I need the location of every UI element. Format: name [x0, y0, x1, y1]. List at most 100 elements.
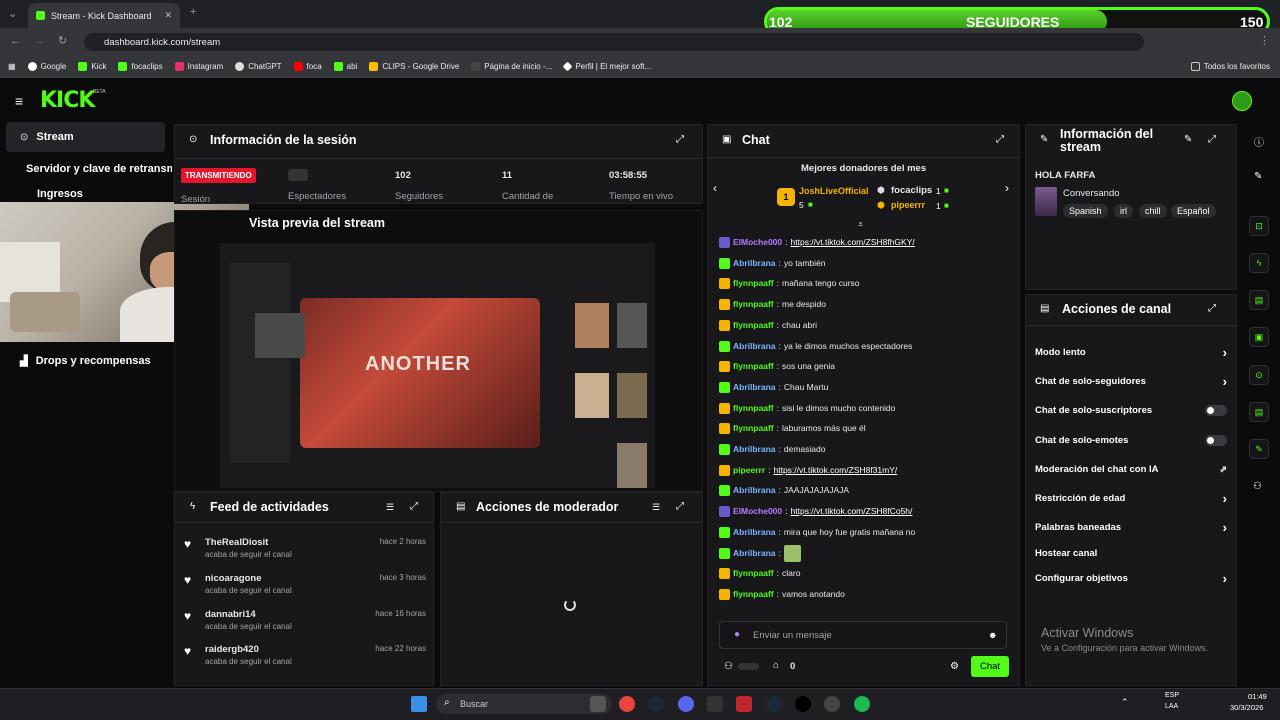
mic-icon[interactable]: ● [734, 629, 740, 640]
action-followers-only[interactable]: Chat de solo-seguidores › [1035, 371, 1227, 391]
chat-username[interactable]: Abrilbrana [733, 258, 776, 268]
chat-username[interactable]: Abrilbrana [733, 548, 776, 558]
emotes-only-toggle[interactable] [1205, 434, 1227, 446]
store-icon[interactable]: ⌂ [773, 660, 779, 671]
bookmark-focaclips[interactable]: focaclips [118, 62, 163, 71]
chat-link[interactable]: https://vt.tiktok.com/ZSH8fCo5h/ [791, 506, 913, 516]
bookmark-google[interactable]: Google [27, 62, 66, 71]
rail-session-button[interactable]: ⊙ [1249, 365, 1269, 385]
info-icon[interactable]: ⓘ [1254, 134, 1264, 149]
action-configure-goals[interactable]: Configurar objetivos › [1035, 568, 1227, 588]
donor-name[interactable]: JoshLiveOfficial [799, 186, 869, 196]
chevron-left-icon[interactable]: ‹ [713, 181, 717, 195]
subscribers-only-toggle[interactable] [1205, 404, 1227, 416]
taskbar-search[interactable]: ⌕ Buscar [436, 694, 612, 714]
close-tab-icon[interactable]: ✕ [164, 10, 172, 21]
rail-info-button[interactable]: ✎ [1249, 439, 1269, 459]
bookmark-inicio[interactable]: Página de inicio -... [471, 62, 552, 71]
chat-username[interactable]: flynnpaaff [733, 299, 774, 309]
donor-name[interactable]: pipeerrr [891, 200, 925, 210]
tag-pill[interactable]: chill [1139, 204, 1167, 218]
chat-username[interactable]: Abrilbrana [733, 444, 776, 454]
address-bar[interactable]: dashboard.kick.com/stream [84, 33, 1144, 51]
feed-user[interactable]: TheRealDiosit [205, 537, 268, 548]
expand-icon[interactable]: ⤢ [676, 501, 684, 512]
chat-input[interactable]: ● Enviar un mensaje ☻ [719, 621, 1007, 649]
expand-icon[interactable]: ⤢ [676, 134, 684, 145]
reload-icon[interactable]: ↻ [58, 34, 67, 47]
action-ai-moderation[interactable]: Moderación del chat con IA ⇗ [1035, 459, 1227, 479]
bookmark-clips[interactable]: CLIPS - Google Drive [369, 62, 459, 71]
expand-icon[interactable]: ⤢ [1208, 303, 1216, 314]
kick-logo[interactable]: KICK [40, 88, 95, 113]
chat-username[interactable]: flynnpaaff [733, 278, 774, 288]
forward-icon[interactable]: → [34, 35, 45, 47]
chat-username[interactable]: pipeerrr [733, 465, 765, 475]
game-icon[interactable] [736, 696, 752, 712]
filter-icon[interactable]: ☰ [386, 502, 394, 513]
rail-activity-button[interactable]: ϟ [1249, 253, 1269, 273]
browser-tab-active[interactable]: Stream - Kick Dashboard ✕ [28, 3, 180, 28]
steam-icon[interactable] [648, 696, 664, 712]
action-host-channel[interactable]: Hostear canal [1035, 543, 1227, 563]
sidebar-item-server-key[interactable]: Servidor y clave de retransmisión [6, 154, 172, 184]
discord-icon[interactable] [678, 696, 694, 712]
rail-settings-icon[interactable]: ⚇ [1253, 481, 1262, 492]
chat-username[interactable]: ElMoche000 [733, 506, 782, 516]
rail-mod-button[interactable]: ▤ [1249, 290, 1269, 310]
language-code[interactable]: ESP [1165, 692, 1179, 699]
expand-icon[interactable]: ⤢ [996, 134, 1004, 145]
rail-actions-button[interactable]: ▤ [1249, 402, 1269, 422]
action-slow-mode[interactable]: Modo lento › [1035, 342, 1227, 362]
chat-username[interactable]: Abrilbrana [733, 485, 776, 495]
chat-username[interactable]: flynnpaaff [733, 320, 774, 330]
tag-pill[interactable]: irl [1114, 204, 1133, 218]
rail-chat-button[interactable]: ▣ [1249, 327, 1269, 347]
bookmark-foca[interactable]: foca [293, 62, 322, 71]
rail-preview-button[interactable]: ⊡ [1249, 216, 1269, 236]
bookmark-instagram[interactable]: Instagram [174, 62, 223, 71]
category-name[interactable]: Conversando [1063, 188, 1120, 199]
tag-pill[interactable]: Spanish [1063, 204, 1108, 218]
chat-link[interactable]: https://vt.tiktok.com/ZSH8fhGKY/ [791, 237, 915, 247]
chat-mode-toggle[interactable] [738, 663, 759, 670]
bookmark-abi[interactable]: abi [333, 62, 357, 71]
task-view-icon[interactable] [590, 696, 606, 712]
chat-username[interactable]: Abrilbrana [733, 341, 776, 351]
action-banned-words[interactable]: Palabras baneadas › [1035, 517, 1227, 537]
sidebar-item-revenue[interactable]: Ingresos [6, 186, 165, 202]
chat-username[interactable]: flynnpaaff [733, 568, 774, 578]
browser-menu-icon[interactable]: ⋮ [1259, 34, 1270, 47]
stream-preview-video[interactable]: ANOTHER [220, 243, 655, 488]
chrome-icon[interactable] [619, 696, 635, 712]
apps-icon[interactable]: ▦ [8, 62, 16, 71]
windows-start-icon[interactable] [411, 696, 427, 712]
donor-name[interactable]: focaclips [891, 185, 932, 196]
spotify-icon[interactable] [854, 696, 870, 712]
feed-user[interactable]: dannabri14 [205, 609, 256, 620]
app-icon[interactable] [824, 696, 840, 712]
chat-username[interactable]: flynnpaaff [733, 589, 774, 599]
feed-user[interactable]: nicoaragone [205, 573, 262, 584]
edit-icon[interactable]: ✎ [1184, 134, 1192, 145]
chat-username[interactable]: flynnpaaff [733, 403, 774, 413]
send-chat-button[interactable]: Chat [971, 656, 1009, 677]
action-age-restriction[interactable]: Restricción de edad › [1035, 488, 1227, 508]
sidebar-item-stream[interactable]: ⊙ Stream [6, 122, 165, 152]
feed-user[interactable]: raidergb420 [205, 644, 259, 655]
tray-chevron-icon[interactable]: ⌃ [1121, 697, 1129, 708]
bookmark-kick[interactable]: Kick [78, 62, 106, 71]
tag-pill[interactable]: Español [1171, 204, 1216, 218]
steam-icon[interactable] [766, 696, 782, 712]
app-icon[interactable] [707, 696, 723, 712]
clock-time[interactable]: 01:49 [1248, 692, 1267, 701]
obs-icon[interactable] [795, 696, 811, 712]
filter-icon[interactable]: ☰ [652, 502, 660, 513]
expand-icon[interactable]: ⤢ [410, 501, 418, 512]
expand-icon[interactable]: ⤢ [1208, 134, 1216, 145]
pinned-collapse-icon[interactable]: ⩡ [858, 219, 863, 230]
emoji-icon[interactable]: ☻ [988, 630, 997, 640]
gear-icon[interactable]: ⚙ [950, 661, 959, 672]
hamburger-menu-icon[interactable]: ≡ [15, 93, 23, 109]
bookmark-perfil[interactable]: Perfil | El mejor soft... [562, 61, 651, 72]
